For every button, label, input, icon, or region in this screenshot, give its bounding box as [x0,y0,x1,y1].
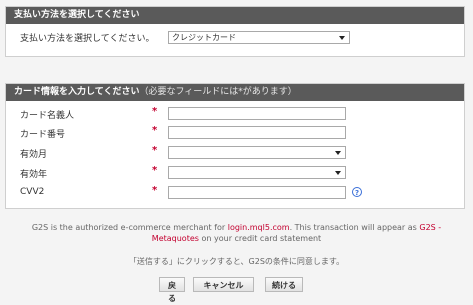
cvv2-input[interactable] [168,186,346,199]
back-button[interactable]: 戻る [159,277,185,303]
payment-method-panel: 支払い方法を選択してください 支払い方法を選択してください。 クレジットカード [5,6,465,57]
payment-method-selected-value: クレジットカード [172,33,236,42]
required-marker: * [152,125,158,136]
card-number-input[interactable] [168,126,346,139]
merchant-text-before: G2S is the authorized e-commerce merchan… [31,223,228,232]
card-info-title: カード情報を入力してください [14,87,140,97]
cvv2-label: CVV2 [20,187,45,197]
merchant-info: G2S is the authorized e-commerce merchan… [0,222,473,244]
consent-text: 「送信する」にクリックすると、G2Sの条件に同意します。 [128,257,345,266]
exp-year-label: 有効年 [20,170,48,180]
exp-month-select[interactable] [168,146,346,159]
payment-method-label: 支払い方法を選択してください。 [20,34,155,44]
merchant-site-link[interactable]: login.mql5.com [228,223,290,232]
cardholder-input[interactable] [168,107,346,120]
payment-method-select[interactable]: クレジットカード [168,31,350,44]
required-marker: * [152,185,158,196]
cancel-button[interactable]: キャンセル [193,277,254,292]
card-info-panel: カード情報を入力してください（必要なフィールドには*があります） カード名義人 … [5,83,465,209]
required-marker: * [152,145,158,156]
continue-button[interactable]: 続ける [265,277,303,292]
exp-year-select[interactable] [168,166,346,179]
required-fields-note: （必要なフィールドには*があります） [139,87,297,97]
required-marker: * [152,165,158,176]
cvv2-help-icon[interactable]: ? [352,187,362,197]
card-info-header: カード情報を入力してください（必要なフィールドには*があります） [6,84,464,101]
payment-method-header: 支払い方法を選択してください [6,7,464,24]
exp-month-label: 有効月 [20,150,48,160]
cardholder-label: カード名義人 [20,111,75,121]
merchant-text-middle: . This transaction will appear as [289,223,420,232]
card-number-label: カード番号 [20,130,66,140]
payment-method-title: 支払い方法を選択してください [14,10,140,20]
required-marker: * [152,106,158,117]
merchant-text-after: on your credit card statement [198,234,322,243]
